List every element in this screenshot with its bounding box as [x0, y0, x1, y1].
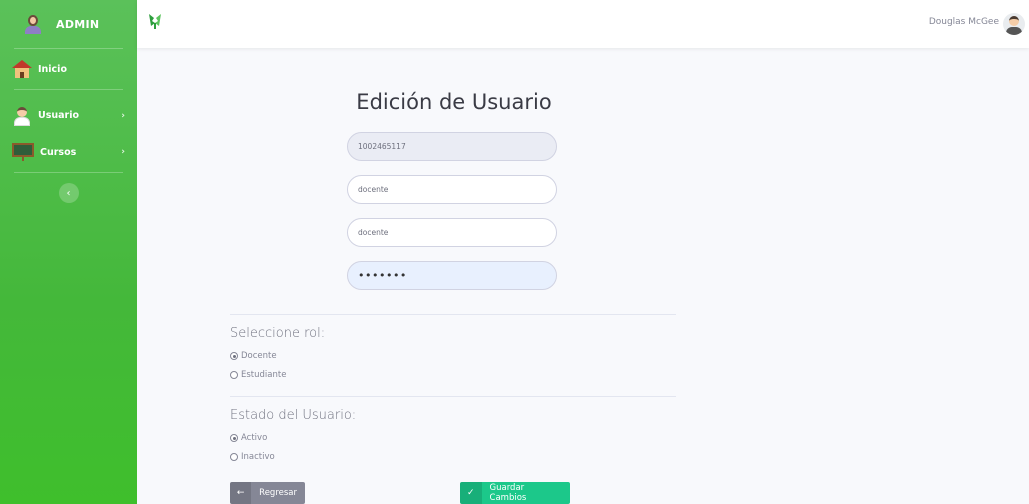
check-icon: ✓ — [460, 482, 482, 504]
status-label: Estado del Usuario: — [230, 408, 357, 423]
sidebar-item-usuario[interactable]: Usuario › — [0, 99, 137, 132]
brand-label: ADMIN — [56, 17, 100, 31]
section-divider — [230, 314, 676, 315]
radio-label: Estudiante — [241, 370, 287, 380]
sidebar-divider — [14, 89, 123, 90]
radio-label: Inactivo — [241, 452, 275, 462]
password-field[interactable]: ••••••• — [347, 261, 557, 290]
radio-button[interactable] — [230, 434, 238, 442]
leaf-logo-icon[interactable] — [147, 12, 163, 30]
admin-avatar-icon — [24, 14, 42, 34]
house-icon — [12, 60, 32, 78]
user-icon — [12, 106, 32, 126]
radio-label: Activo — [241, 433, 268, 443]
chevron-right-icon: › — [121, 147, 125, 157]
radio-button[interactable] — [230, 371, 238, 379]
id-field: 1002465117 — [347, 132, 557, 161]
sidebar-item-label: Inicio — [38, 63, 67, 75]
status-option-inactivo[interactable]: Inactivo — [230, 452, 275, 462]
radio-button[interactable] — [230, 352, 238, 360]
radio-button[interactable] — [230, 453, 238, 461]
sidebar-item-label: Cursos — [40, 146, 77, 158]
chevron-right-icon: › — [121, 110, 125, 121]
first-field[interactable]: docente — [347, 175, 557, 204]
status-option-activo[interactable]: Activo — [230, 433, 267, 443]
save-button-label: Guardar Cambios — [489, 483, 527, 503]
role-option-docente[interactable]: Docente — [230, 351, 277, 361]
sidebar-divider — [14, 172, 123, 173]
user-name[interactable]: Douglas McGee — [929, 17, 999, 27]
user-avatar[interactable] — [1003, 13, 1025, 35]
sidebar-item-inicio[interactable]: Inicio — [0, 49, 137, 89]
radio-label: Docente — [241, 351, 277, 361]
sidebar-toggle-button[interactable]: ‹ — [58, 183, 79, 203]
back-button[interactable]: ← Regresar — [230, 482, 305, 504]
sidebar-brand[interactable]: ADMIN — [0, 0, 137, 48]
save-button[interactable]: ✓ Guardar Cambios — [460, 482, 570, 504]
sidebar: ADMIN Inicio Usuario › Cursos › ‹ — [0, 0, 137, 504]
back-button-label: Regresar — [259, 488, 297, 498]
page-title: Edición de Usuario — [356, 90, 552, 114]
sidebar-item-label: Usuario — [38, 110, 80, 121]
role-label: Seleccione rol: — [230, 326, 326, 341]
role-option-estudiante[interactable]: Estudiante — [230, 370, 286, 380]
chalkboard-icon — [12, 143, 34, 161]
second-field[interactable]: docente — [347, 218, 557, 247]
arrow-left-icon: ← — [230, 482, 252, 504]
topbar: Douglas McGee — [137, 0, 1029, 48]
section-divider — [230, 396, 676, 397]
sidebar-item-cursos[interactable]: Cursos › — [0, 132, 137, 172]
